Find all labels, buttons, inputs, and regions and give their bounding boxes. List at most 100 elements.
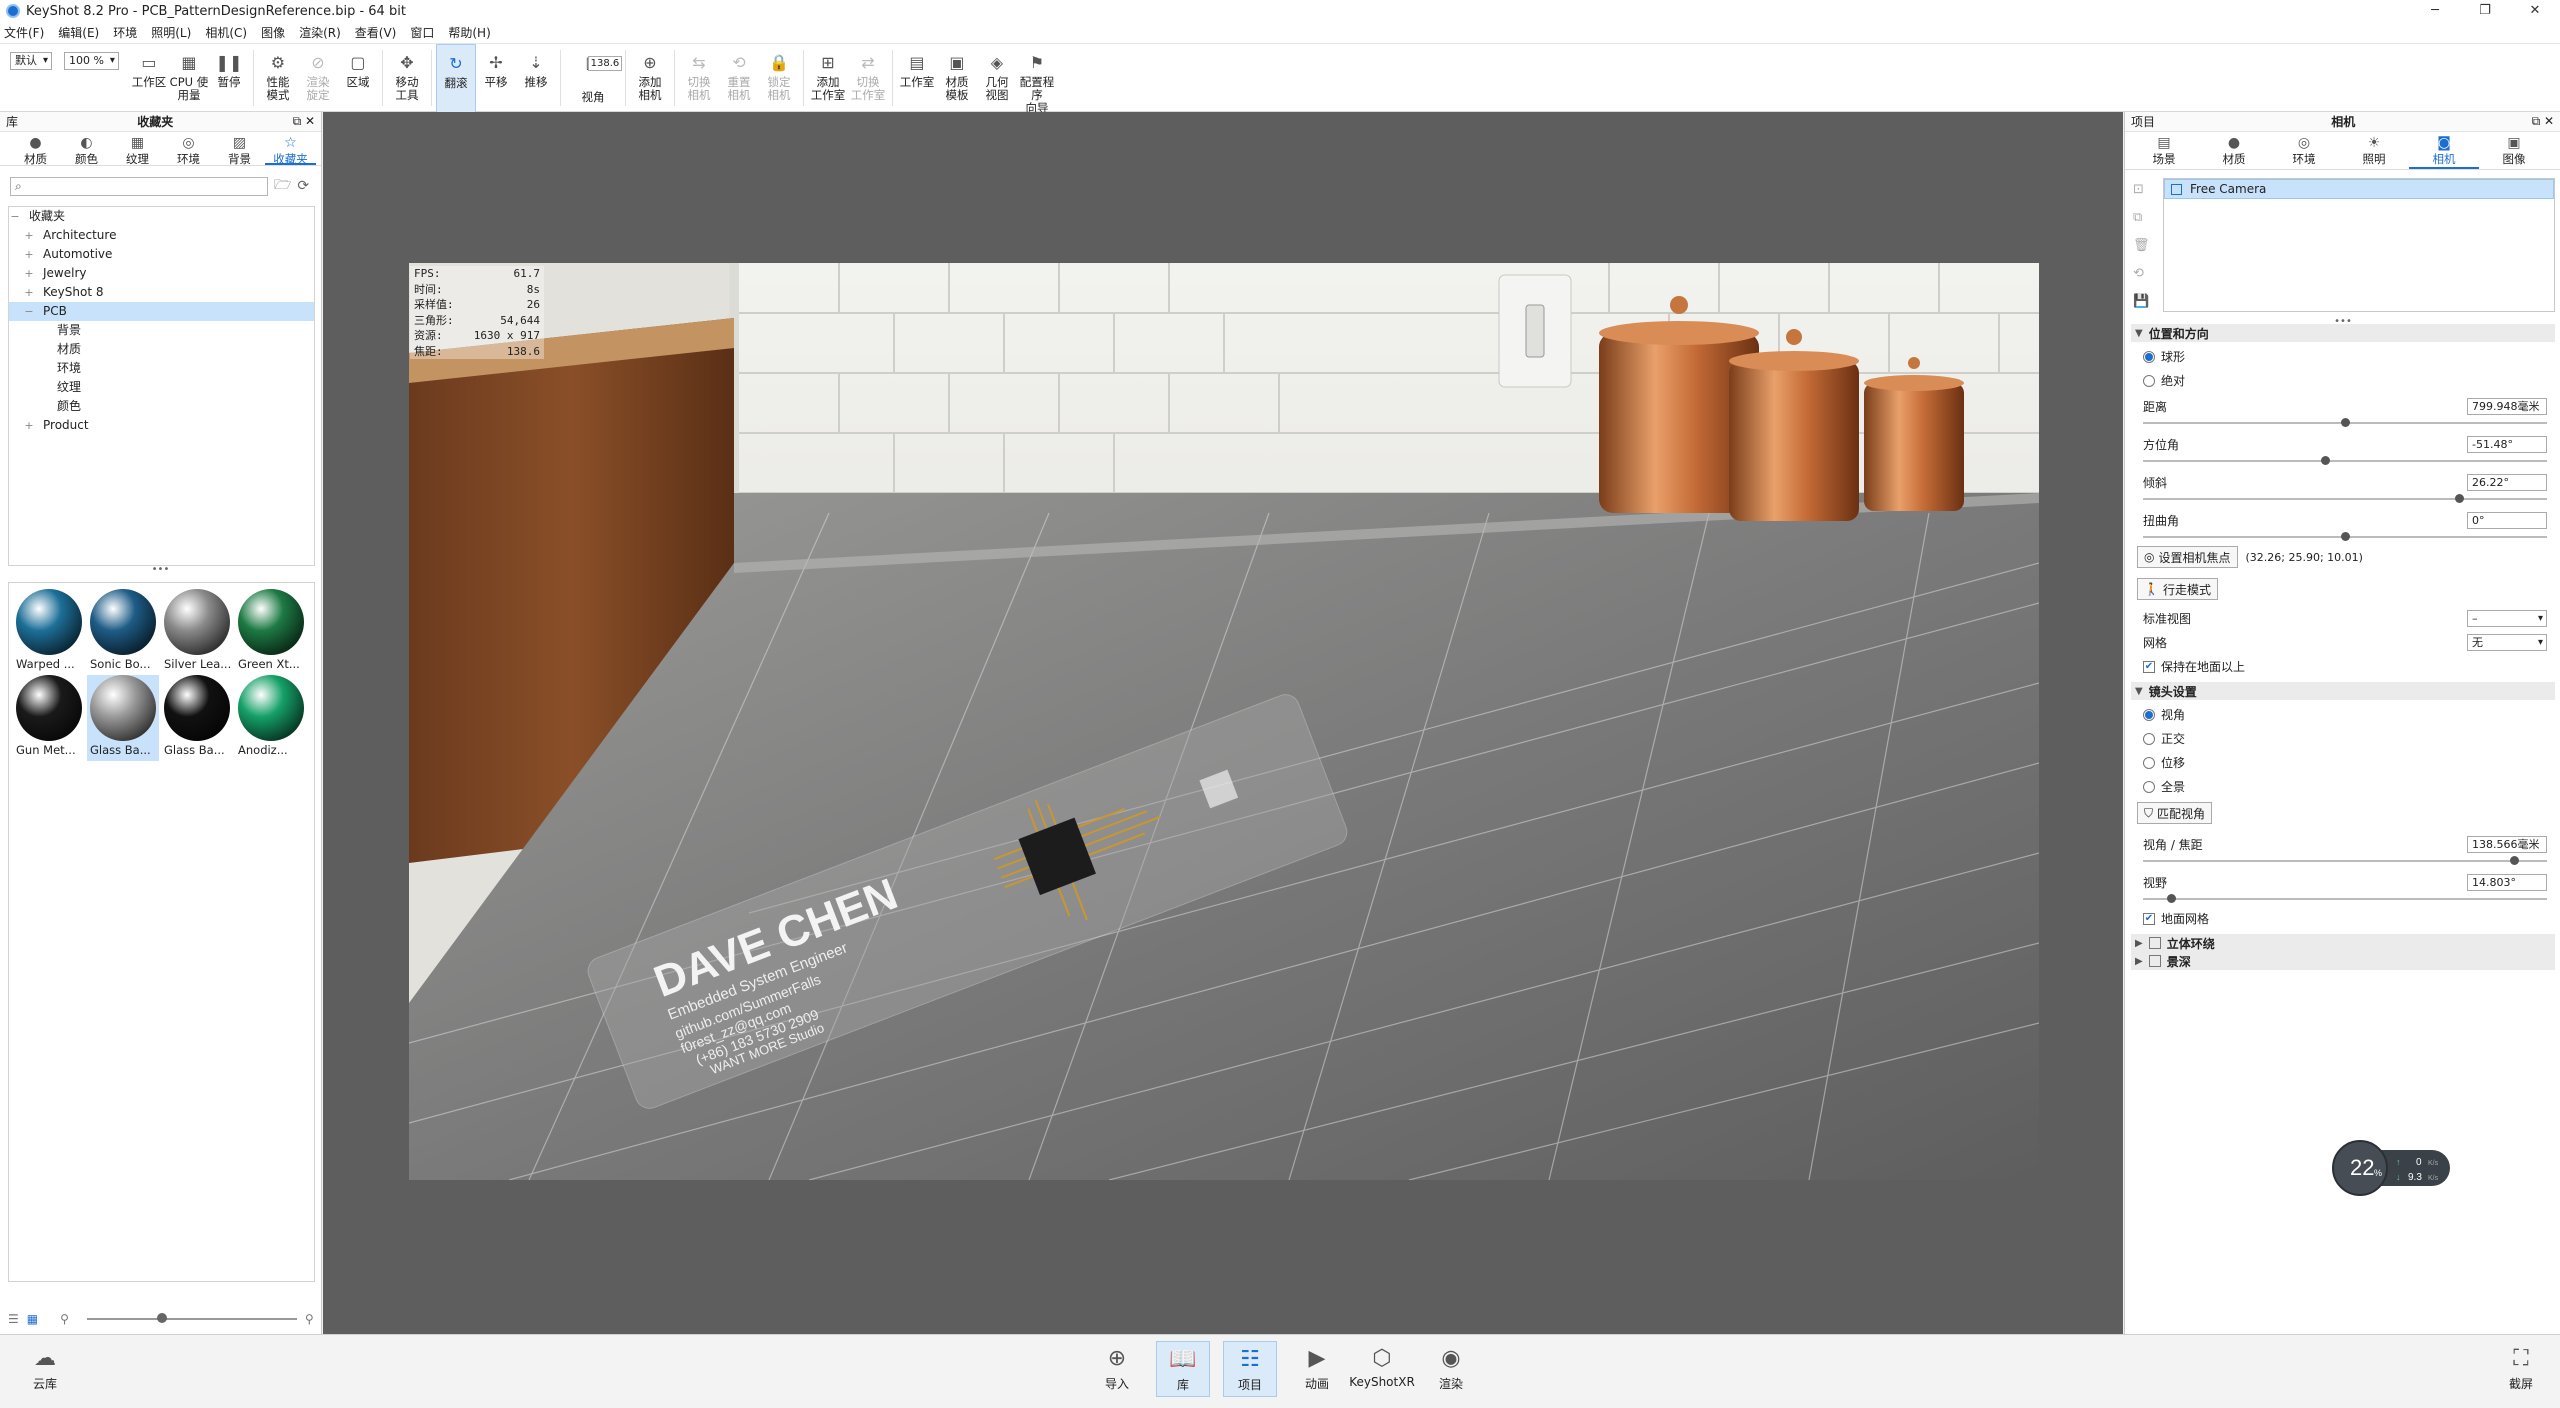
lens-ortho[interactable]: 正交 <box>2143 730 2553 747</box>
radio-sphere[interactable]: 球形 <box>2143 348 2553 365</box>
expand-toggle-icon[interactable]: − <box>23 302 35 321</box>
library-tab-color[interactable]: ◐ 颜色 <box>61 132 112 166</box>
refresh-icon[interactable]: ⟳ <box>297 178 309 194</box>
toolbar-button-lock-camera[interactable]: 🔒 锁定 相机 <box>759 44 799 115</box>
bottom-button-render[interactable]: ◉ 渲染 <box>1424 1341 1478 1397</box>
material-thumbnail[interactable]: Silver Lea... <box>161 589 233 675</box>
stereo-checkbox[interactable] <box>2148 937 2161 949</box>
minimize-button[interactable]: ─ <box>2410 0 2460 22</box>
zoom-select[interactable]: 100 % <box>64 52 119 70</box>
tree-node[interactable]: − 收藏夹 <box>9 207 314 226</box>
lens-ortho-radio[interactable] <box>2143 732 2155 745</box>
menu-camera[interactable]: 相机(C) <box>205 24 247 41</box>
twist-input[interactable]: 0° <box>2467 512 2547 529</box>
menu-view[interactable]: 查看(V) <box>355 24 397 41</box>
project-tab-environment[interactable]: ◎ 环境 <box>2269 132 2339 169</box>
toolbar-button-configurator[interactable]: ⚑ 配置程序 向导 <box>1017 44 1057 115</box>
library-tab-material[interactable]: ● 材质 <box>10 132 61 166</box>
cloud-library-button[interactable]: ☁ 云库 <box>18 1341 72 1397</box>
library-tab-background[interactable]: ▨ 背景 <box>214 132 265 166</box>
bottom-button-keyshotxr[interactable]: ⬡ KeyShotXR <box>1349 1341 1415 1397</box>
list-view-icon[interactable]: ☰ <box>8 1312 19 1326</box>
fov-input[interactable]: 138.566毫米 <box>2467 836 2547 853</box>
menu-render[interactable]: 渲染(R) <box>299 24 341 41</box>
material-thumbnail[interactable]: Anodiz... <box>235 675 307 761</box>
library-tab-favorites[interactable]: ☆ 收藏夹 <box>265 132 316 166</box>
expand-toggle-icon[interactable]: + <box>23 226 35 245</box>
menu-image[interactable]: 图像 <box>261 24 285 41</box>
camera-save-icon[interactable]: 💾 <box>2133 294 2150 309</box>
toolbar-button-move[interactable]: ✥ 移动 工具 <box>387 44 427 115</box>
toolbar-button-workspace[interactable]: ▭ 工作区 <box>129 44 169 115</box>
bottom-button-library[interactable]: 📖 库 <box>1156 1341 1210 1397</box>
tree-node[interactable]: 纹理 <box>9 378 314 397</box>
toolbar-button-cpu[interactable]: ▦ CPU 使用量 <box>169 44 209 115</box>
bottom-button-project[interactable]: ☷ 项目 <box>1223 1341 1277 1397</box>
toolbar-button-add-camera[interactable]: ⊕ 添加 相机 <box>630 44 670 115</box>
radio-absolute[interactable]: 绝对 <box>2143 372 2553 389</box>
tree-node[interactable]: + Jewelry <box>9 264 314 283</box>
toolbar-button-switch-camera[interactable]: ⇆ 切换 相机 <box>679 44 719 115</box>
keep-above-checkbox[interactable]: ✔ <box>2143 660 2155 673</box>
menu-edit[interactable]: 编辑(E) <box>58 24 99 41</box>
folder-filter-icon[interactable]: 🗁 <box>274 174 291 198</box>
lens-perspective[interactable]: 视角 <box>2143 706 2553 723</box>
screenshot-button[interactable]: ⛶ 截屏 <box>2494 1341 2548 1397</box>
match-perspective-button[interactable]: ⛉ 匹配视角 <box>2137 802 2213 824</box>
tree-node[interactable]: 背景 <box>9 321 314 340</box>
toolbar-button-add-studio[interactable]: ⊞ 添加 工作室 <box>808 44 848 115</box>
thumbnail-size-slider[interactable] <box>86 1313 297 1323</box>
twist-knob[interactable] <box>2340 532 2350 541</box>
azimuth-input[interactable]: -51.48° <box>2467 436 2547 453</box>
incline-input[interactable]: 26.22° <box>2467 474 2547 491</box>
panel-float-icon[interactable]: ⧉ ✕ <box>293 114 315 129</box>
camera-add-icon[interactable]: ⊡ <box>2133 182 2150 197</box>
tree-node[interactable]: 颜色 <box>9 397 314 416</box>
distance-input[interactable]: 799.948毫米 <box>2467 398 2547 415</box>
toolbar-button-region[interactable]: ▢ 区域 <box>338 44 378 115</box>
lens-perspective-radio[interactable] <box>2143 708 2155 721</box>
material-thumbnail[interactable]: Green Xt... <box>235 589 307 675</box>
expand-toggle-icon[interactable]: + <box>23 245 35 264</box>
material-thumbnail[interactable]: Glass Ba... <box>87 675 159 761</box>
incline-knob[interactable] <box>2455 494 2465 503</box>
dof-checkbox[interactable] <box>2148 955 2161 967</box>
fov-knob[interactable] <box>2510 856 2520 865</box>
azimuth-slider[interactable] <box>2143 456 2547 465</box>
grid-select[interactable]: 无 <box>2467 634 2547 651</box>
keep-above-row[interactable]: ✔ 保持在地面以上 <box>2143 658 2553 675</box>
fov2-slider[interactable] <box>2143 894 2547 903</box>
menu-lighting[interactable]: 照明(L) <box>151 24 191 41</box>
render-image[interactable]: DAVE CHEN Embedded System Engineer githu… <box>409 263 2039 1180</box>
expand-toggle-icon[interactable]: − <box>9 207 21 226</box>
toolbar-button-render-lock[interactable]: ⊘ 渲染 旋定 <box>298 44 338 115</box>
fov-value-field[interactable]: 138.6 <box>587 56 623 71</box>
material-thumbnail[interactable]: Gun Met... <box>13 675 85 761</box>
azimuth-knob[interactable] <box>2320 456 2330 465</box>
project-tab-lighting[interactable]: ☀ 照明 <box>2339 132 2409 169</box>
lens-shift-radio[interactable] <box>2143 756 2155 769</box>
distance-slider[interactable] <box>2143 418 2547 427</box>
toolbar-button-switch-studio[interactable]: ⇄ 切换 工作室 <box>848 44 888 115</box>
set-focus-button[interactable]: ◎ 设置相机焦点 <box>2137 546 2238 568</box>
panel-float-icon[interactable]: ⧉ ✕ <box>2532 114 2554 129</box>
section-stereo[interactable]: ▶ 立体环绕 <box>2131 934 2555 952</box>
library-tab-texture[interactable]: ▦ 纹理 <box>112 132 163 166</box>
fov2-input[interactable]: 14.803° <box>2467 874 2547 891</box>
camera-reset-icon[interactable]: ⟲ <box>2133 266 2150 281</box>
toolbar-button-performance[interactable]: ⚙ 性能 模式 <box>258 44 298 115</box>
bottom-button-import[interactable]: ⊕ 导入 <box>1090 1341 1144 1397</box>
std-view-select[interactable]: – <box>2467 610 2547 627</box>
menu-window[interactable]: 窗口 <box>410 24 434 41</box>
close-button[interactable]: ✕ <box>2510 0 2560 22</box>
menu-file[interactable]: 文件(F) <box>4 24 44 41</box>
expand-toggle-icon[interactable]: + <box>23 264 35 283</box>
distance-knob[interactable] <box>2340 418 2350 427</box>
tree-node[interactable]: − PCB <box>9 302 314 321</box>
tree-node[interactable]: 环境 <box>9 359 314 378</box>
toolbar-button-geometry-view[interactable]: ◈ 几何 视图 <box>977 44 1017 115</box>
camera-duplicate-icon[interactable]: ⧉ <box>2133 210 2150 225</box>
toolbar-button-fov[interactable]: ◫138.6视角 <box>565 44 623 115</box>
fov-slider[interactable] <box>2143 856 2547 865</box>
incline-slider[interactable] <box>2143 494 2547 503</box>
